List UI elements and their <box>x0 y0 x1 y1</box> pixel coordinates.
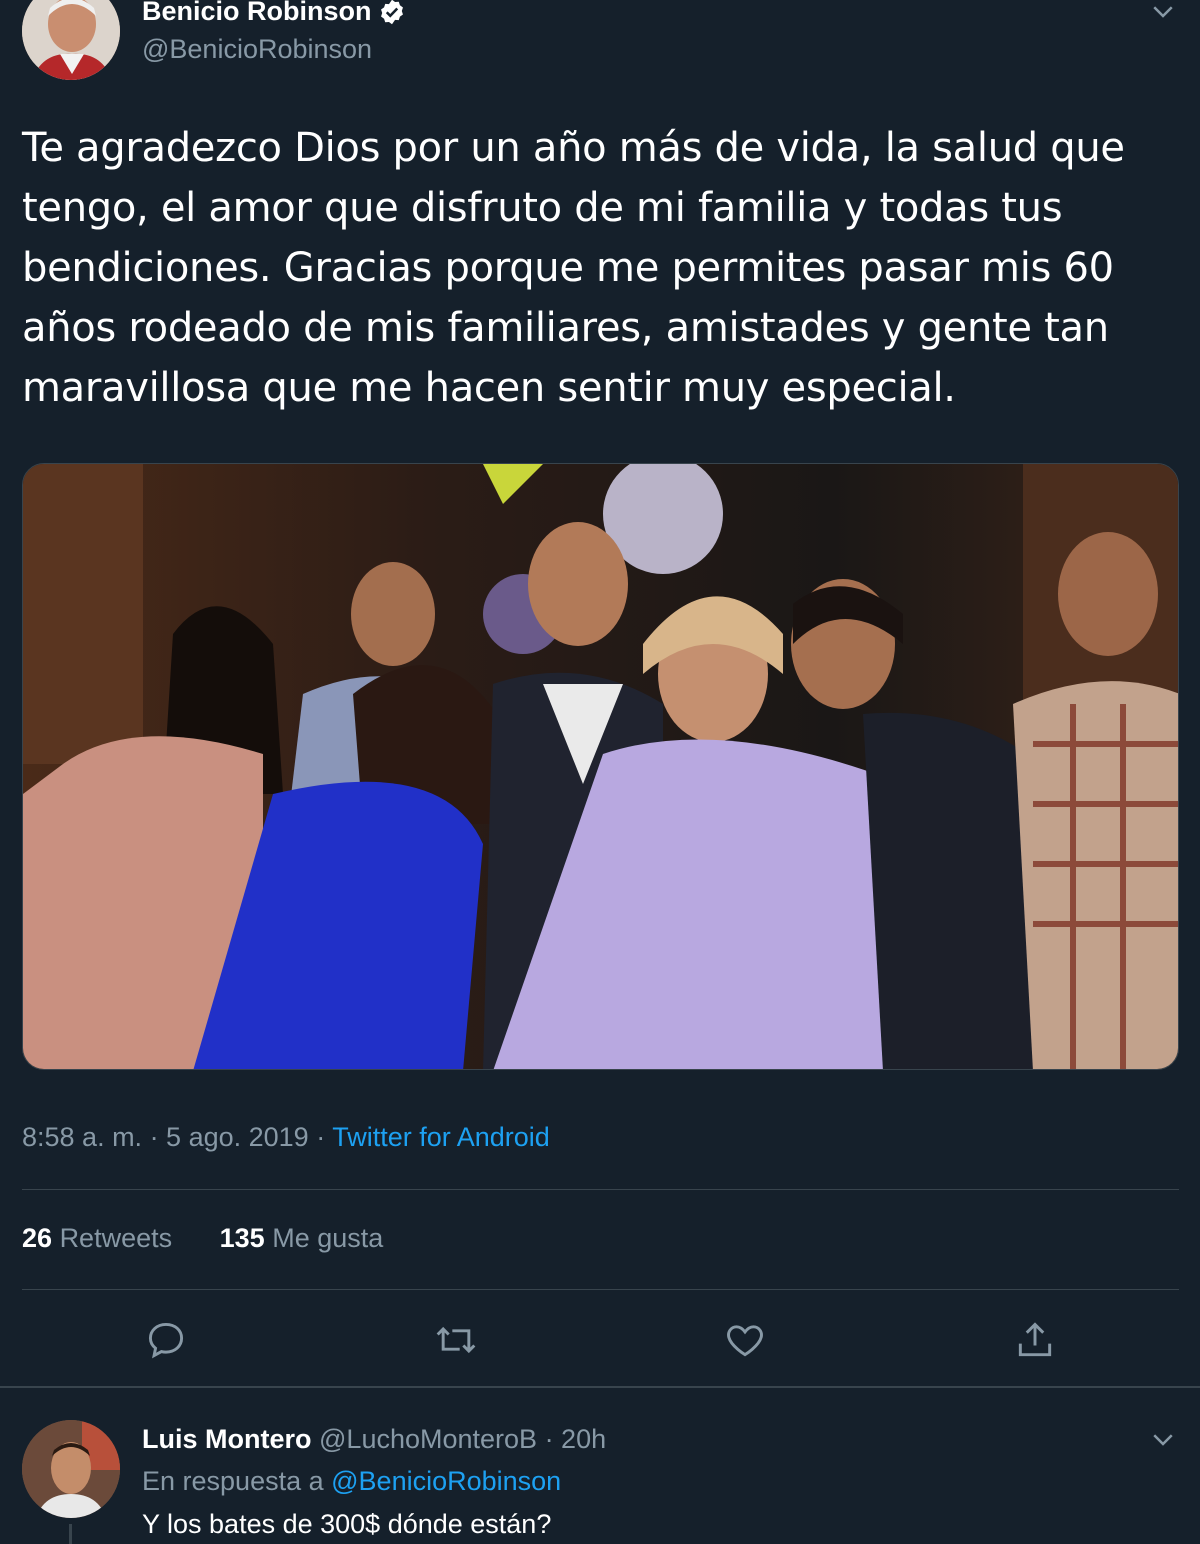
retweet-icon[interactable] <box>434 1318 478 1362</box>
meta-separator: · <box>308 1122 333 1152</box>
reply-author-avatar[interactable] <box>22 1420 120 1518</box>
tweet-text-line: tengo, el amor que disfruto de mi famili… <box>22 185 1063 231</box>
chevron-down-icon[interactable] <box>1148 1424 1178 1454</box>
retweets-count: 26 <box>22 1223 53 1253</box>
chevron-down-icon[interactable] <box>1148 0 1178 26</box>
likes-stat[interactable]: 135 Me gusta <box>220 1223 384 1254</box>
thread-line <box>69 1524 72 1544</box>
in-reply-prefix: En respuesta a <box>142 1466 324 1496</box>
divider <box>22 1289 1179 1290</box>
author-name[interactable]: Benicio Robinson <box>142 0 406 27</box>
reply-author-name[interactable]: Luis Montero <box>142 1424 312 1454</box>
reply-time[interactable]: · 20h <box>545 1424 607 1454</box>
tweet-text-line: bendiciones. Gracias porque me permites … <box>22 245 1114 291</box>
tweet-source[interactable]: Twitter for Android <box>332 1122 550 1152</box>
reply-author-handle[interactable]: @LuchoMonteroB <box>319 1424 537 1454</box>
reply-header: Luis Montero @LuchoMonteroB · 20h <box>142 1424 606 1455</box>
reply-icon[interactable] <box>144 1318 188 1362</box>
retweets-label: Retweets <box>59 1223 173 1253</box>
retweets-stat[interactable]: 26 Retweets <box>22 1223 172 1254</box>
author-handle[interactable]: @BenicioRobinson <box>142 34 372 65</box>
divider <box>22 1189 1179 1190</box>
author-avatar[interactable] <box>22 0 120 80</box>
tweet-stats: 26 Retweets 135 Me gusta <box>22 1223 423 1254</box>
share-icon[interactable] <box>1013 1318 1057 1362</box>
author-name-text[interactable]: Benicio Robinson <box>142 0 372 27</box>
tweet-photo[interactable] <box>22 463 1179 1070</box>
heart-icon[interactable] <box>723 1318 767 1362</box>
likes-count: 135 <box>219 1223 265 1253</box>
likes-label: Me gusta <box>272 1223 384 1253</box>
in-reply-mention[interactable]: @BenicioRobinson <box>331 1466 561 1496</box>
tweet-text-line: Te agradezco Dios por un año más de vida… <box>22 125 1125 171</box>
tweet-timestamp[interactable]: 8:58 a. m. · 5 ago. 2019 <box>22 1122 309 1152</box>
tweet-meta: 8:58 a. m. · 5 ago. 2019 · Twitter for A… <box>22 1122 550 1153</box>
tweet-text-line: años rodeado de mis familiares, amistade… <box>22 305 1109 351</box>
tweet-text-line: maravillosa que me hacen sentir muy espe… <box>22 365 956 411</box>
divider <box>0 1386 1200 1388</box>
tweet-text: Te agradezco Dios por un año más de vida… <box>22 118 1182 418</box>
reply-text: Y los bates de 300$ dónde están? <box>142 1509 552 1539</box>
in-reply-to: En respuesta a @BenicioRobinson <box>142 1466 561 1497</box>
verified-badge-icon <box>378 0 406 26</box>
